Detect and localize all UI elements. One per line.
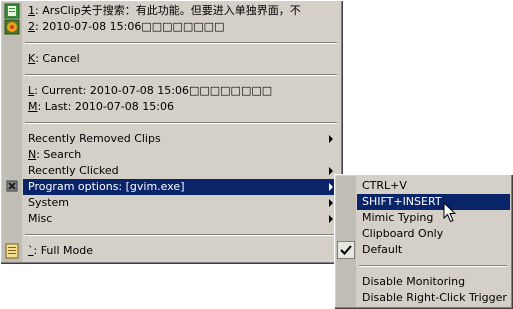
submenu-arrow-icon (329, 215, 333, 223)
default-option[interactable]: Default (357, 242, 510, 258)
submenu-arrow-icon (329, 167, 333, 175)
separator (25, 74, 337, 76)
misc-item[interactable]: Misc (23, 211, 339, 227)
checkmark-icon (337, 241, 355, 259)
recently-removed-clips-item[interactable]: Recently Removed Clips (23, 131, 339, 147)
clip-image-icon (4, 19, 20, 35)
clip-item-1[interactable]: 1: ArsClip关于搜索：有此功能。但要进入单独界面，不 (23, 3, 339, 19)
submenu-arrow-icon (329, 183, 333, 191)
mouse-cursor-icon (443, 202, 457, 223)
disable-right-click-trigger-option[interactable]: Disable Right-Click Trigger (357, 290, 510, 306)
separator (359, 265, 507, 267)
clip-item-2[interactable]: 2: 2010-07-08 15:06□□□□□□□□ (23, 19, 339, 35)
separator (25, 122, 337, 124)
program-options-submenu: CTRL+V SHIFT+INSERT Mimic Typing Clipboa… (334, 174, 513, 309)
paste-ctrl-v-option[interactable]: CTRL+V (357, 178, 510, 194)
separator (25, 234, 337, 236)
search-item[interactable]: N: Search (23, 147, 339, 163)
system-item[interactable]: System (23, 195, 339, 211)
full-mode-icon (5, 243, 19, 259)
program-options-item[interactable]: Program options: [gvim.exe] (23, 179, 339, 195)
separator (25, 42, 337, 44)
clip-text-icon (4, 3, 20, 19)
current-clip-item[interactable]: L: Current: 2010-07-08 15:06□□□□□□□□ (23, 83, 339, 99)
mimic-typing-option[interactable]: Mimic Typing (357, 210, 510, 226)
disable-monitoring-option[interactable]: Disable Monitoring (357, 274, 510, 290)
cancel-item[interactable]: K: Cancel (23, 51, 339, 67)
main-popup-menu: 1: ArsClip关于搜索：有此功能。但要进入单独界面，不 2: 2010-0… (0, 0, 343, 264)
full-mode-item[interactable]: `: Full Mode (23, 243, 339, 259)
program-options-icon (6, 180, 18, 192)
clipboard-only-option[interactable]: Clipboard Only (357, 226, 510, 242)
submenu-arrow-icon (329, 199, 333, 207)
icon-gutter (2, 2, 22, 262)
paste-shift-insert-option[interactable]: SHIFT+INSERT (357, 194, 510, 210)
submenu-arrow-icon (329, 135, 333, 143)
recently-clicked-item[interactable]: Recently Clicked (23, 163, 339, 179)
last-clip-item[interactable]: M: Last: 2010-07-08 15:06 (23, 99, 339, 115)
